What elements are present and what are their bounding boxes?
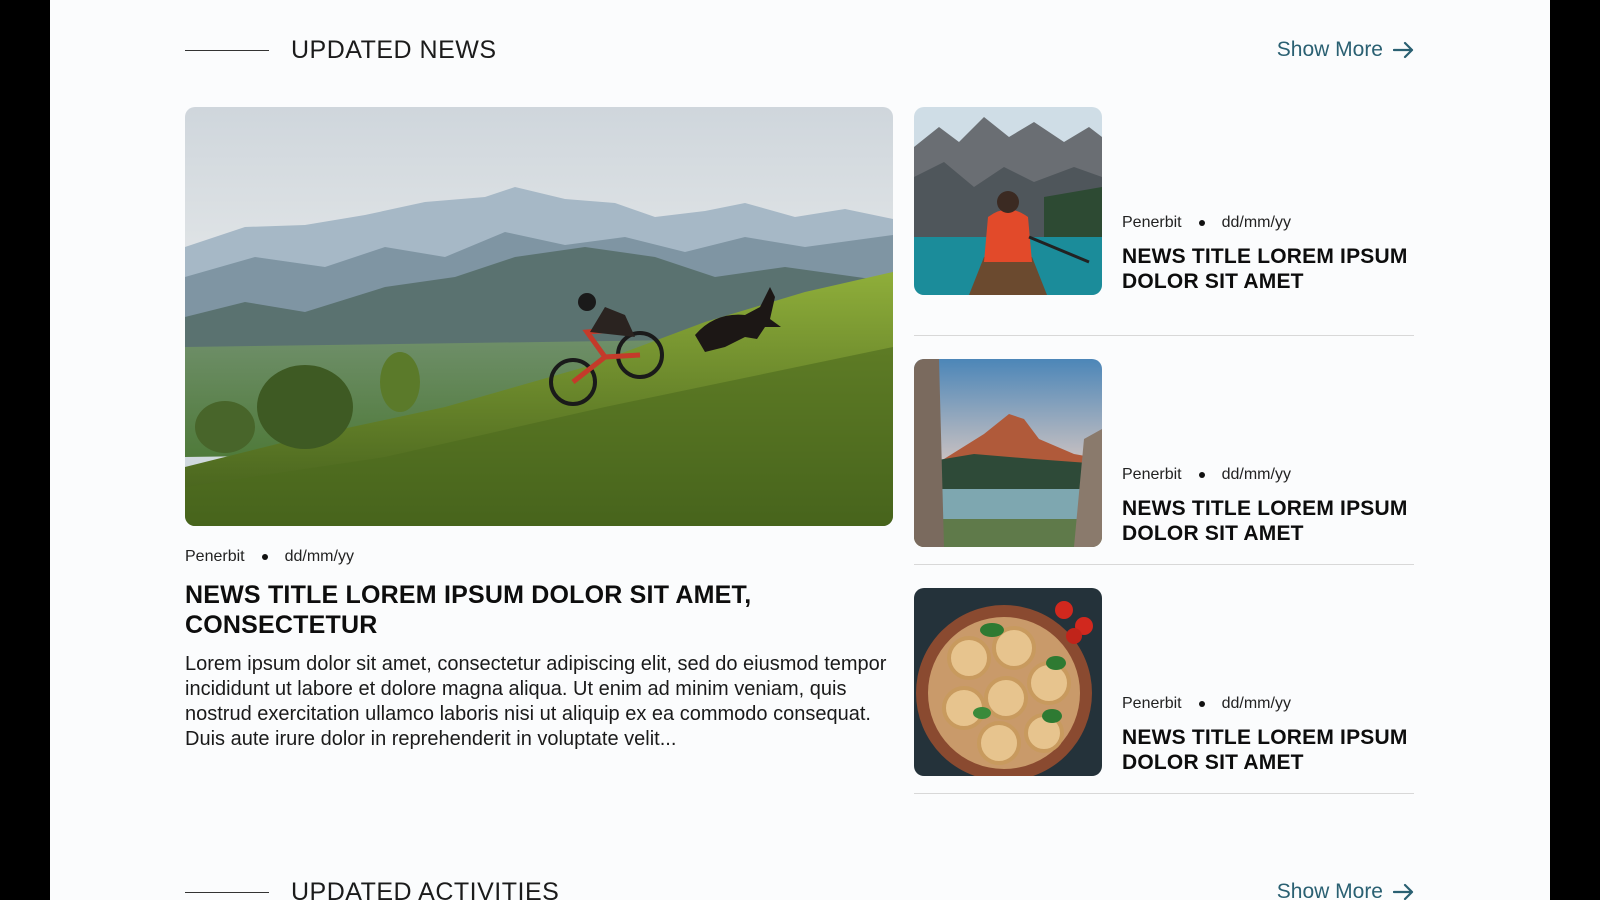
section-divider-line [185, 891, 269, 893]
side-news-meta: Penerbit dd/mm/yy [1122, 466, 1412, 484]
meta-separator-dot [1198, 472, 1205, 478]
show-more-label: Show More [1276, 38, 1383, 61]
activities-show-more-link[interactable]: Show More [1277, 880, 1415, 900]
meta-separator-dot [261, 554, 268, 560]
side-news-date: dd/mm/yy [1221, 466, 1291, 483]
featured-headline[interactable]: NEWS TITLE LOREM IPSUM DOLOR SIT AMET, C… [185, 580, 893, 640]
side-news-item[interactable]: Penerbit dd/mm/yy NEWS TITLE LOREM IPSUM… [914, 336, 1414, 565]
featured-article[interactable]: Penerbit dd/mm/yy NEWS TITLE LOREM IPSUM… [185, 107, 893, 752]
side-news-publisher: Penerbit [1122, 695, 1182, 712]
show-more-label: Show More [1276, 880, 1383, 900]
featured-meta: Penerbit dd/mm/yy [185, 548, 893, 566]
page: UPDATED NEWS Show More Penerbit dd/mm/yy… [50, 0, 1550, 900]
activities-section-header: UPDATED ACTIVITIES Show More [185, 872, 1415, 900]
featured-date: dd/mm/yy [284, 548, 354, 565]
side-news-item[interactable]: Penerbit dd/mm/yy NEWS TITLE LOREM IPSUM… [914, 565, 1414, 794]
mountain-lake-photo [914, 359, 1102, 547]
side-news-thumbnail[interactable] [914, 359, 1102, 547]
featured-image[interactable] [185, 107, 893, 526]
pasta-dish-photo [914, 588, 1102, 776]
side-news-publisher: Penerbit [1122, 214, 1182, 231]
arrow-right-icon [1393, 883, 1414, 900]
side-news-thumbnail[interactable] [914, 107, 1102, 295]
meta-separator-dot [1198, 220, 1205, 226]
arrow-right-icon [1393, 41, 1414, 59]
mountain-biker-photo [185, 107, 893, 526]
side-news-text: Penerbit dd/mm/yy NEWS TITLE LOREM IPSUM… [1122, 214, 1412, 294]
side-news-item[interactable]: Penerbit dd/mm/yy NEWS TITLE LOREM IPSUM… [914, 107, 1414, 336]
featured-excerpt: Lorem ipsum dolor sit amet, consectetur … [185, 653, 887, 750]
news-section-title: UPDATED NEWS [291, 35, 497, 64]
featured-publisher: Penerbit [185, 548, 245, 565]
meta-separator-dot [1198, 701, 1205, 707]
side-news-headline[interactable]: NEWS TITLE LOREM IPSUM DOLOR SIT AMET [1122, 496, 1412, 546]
news-show-more-link[interactable]: Show More [1277, 38, 1415, 62]
activities-section-title-group: UPDATED ACTIVITIES [185, 878, 559, 900]
side-news-headline[interactable]: NEWS TITLE LOREM IPSUM DOLOR SIT AMET [1122, 244, 1412, 294]
side-news-headline[interactable]: NEWS TITLE LOREM IPSUM DOLOR SIT AMET [1122, 725, 1412, 775]
side-news-thumbnail[interactable] [914, 588, 1102, 776]
side-news-text: Penerbit dd/mm/yy NEWS TITLE LOREM IPSUM… [1122, 695, 1412, 775]
news-section-header: UPDATED NEWS Show More [185, 30, 1415, 70]
side-news-meta: Penerbit dd/mm/yy [1122, 214, 1412, 232]
side-news-date: dd/mm/yy [1221, 214, 1291, 231]
section-divider-line [185, 49, 269, 51]
canoe-lake-photo [914, 107, 1102, 295]
activities-section-title: UPDATED ACTIVITIES [291, 877, 560, 900]
side-news-meta: Penerbit dd/mm/yy [1122, 695, 1412, 713]
news-section-title-group: UPDATED NEWS [185, 36, 497, 65]
side-news-text: Penerbit dd/mm/yy NEWS TITLE LOREM IPSUM… [1122, 466, 1412, 546]
side-news-list: Penerbit dd/mm/yy NEWS TITLE LOREM IPSUM… [914, 107, 1414, 794]
side-news-publisher: Penerbit [1122, 466, 1182, 483]
side-news-date: dd/mm/yy [1221, 695, 1291, 712]
